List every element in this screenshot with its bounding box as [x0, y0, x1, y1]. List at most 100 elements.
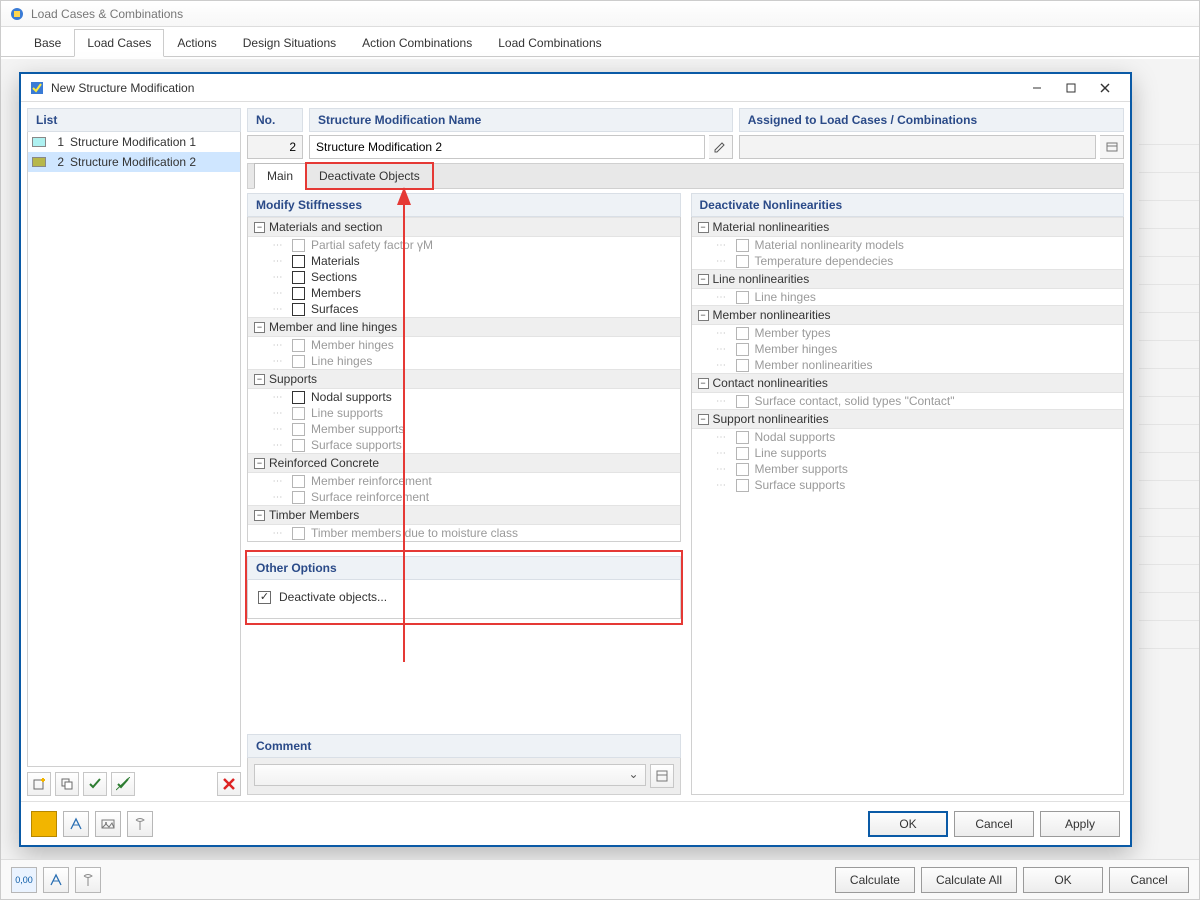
tree-item[interactable]: ⋯Surface supports [692, 477, 1124, 493]
comment-library-button[interactable] [650, 764, 674, 788]
checkbox[interactable] [292, 303, 305, 316]
name-input[interactable] [309, 135, 705, 159]
checkbox[interactable] [736, 463, 749, 476]
tree-item[interactable]: ⋯Nodal supports [248, 389, 680, 405]
checkbox[interactable] [736, 479, 749, 492]
check-all-button[interactable] [83, 772, 107, 796]
tree-item[interactable]: ⋯Nodal supports [692, 429, 1124, 445]
tree-group-header[interactable]: −Line nonlinearities [692, 269, 1124, 289]
delete-item-button[interactable] [217, 772, 241, 796]
script-outer-button[interactable] [75, 867, 101, 893]
assigned-lookup-button[interactable] [1100, 135, 1124, 159]
units-button[interactable] [63, 811, 89, 837]
collapse-icon[interactable]: − [698, 310, 709, 321]
tree-item[interactable]: ⋯Line hinges [692, 289, 1124, 305]
new-item-button[interactable] [27, 772, 51, 796]
checkbox[interactable] [736, 395, 749, 408]
script-button[interactable] [127, 811, 153, 837]
checkbox[interactable] [736, 431, 749, 444]
no-input[interactable] [247, 135, 303, 159]
list-box[interactable]: 1Structure Modification 12Structure Modi… [27, 132, 241, 767]
apply-button[interactable]: Apply [1040, 811, 1120, 837]
assigned-input[interactable] [739, 135, 1096, 159]
checkbox[interactable] [292, 239, 305, 252]
deactivate-objects-checkbox[interactable] [258, 591, 271, 604]
checkbox[interactable] [736, 255, 749, 268]
calculate-button[interactable]: Calculate [835, 867, 915, 893]
collapse-icon[interactable]: − [254, 222, 265, 233]
tree-group-header[interactable]: −Member nonlinearities [692, 305, 1124, 325]
checkbox[interactable] [292, 271, 305, 284]
collapse-icon[interactable]: − [698, 414, 709, 425]
display-settings-button[interactable]: 0,00 [11, 867, 37, 893]
minimize-button[interactable] [1020, 77, 1054, 99]
maximize-button[interactable] [1054, 77, 1088, 99]
checkbox[interactable] [292, 491, 305, 504]
outer-tab-actions[interactable]: Actions [164, 29, 229, 57]
color-button[interactable] [31, 811, 57, 837]
tree-item[interactable]: ⋯Surface reinforcement [248, 489, 680, 505]
checkbox[interactable] [292, 391, 305, 404]
inner-tab-main[interactable]: Main [254, 163, 306, 189]
collapse-icon[interactable]: − [698, 274, 709, 285]
tree-group-header[interactable]: −Reinforced Concrete [248, 453, 680, 473]
list-item[interactable]: 1Structure Modification 1 [28, 132, 240, 152]
outer-tab-load-combinations[interactable]: Load Combinations [485, 29, 614, 57]
uncheck-all-button[interactable] [111, 772, 135, 796]
cancel-button[interactable]: Cancel [954, 811, 1034, 837]
checkbox[interactable] [736, 343, 749, 356]
outer-tab-base[interactable]: Base [21, 29, 74, 57]
outer-tab-action-combinations[interactable]: Action Combinations [349, 29, 485, 57]
collapse-icon[interactable]: − [254, 322, 265, 333]
help-image-button[interactable] [95, 811, 121, 837]
tree-group-header[interactable]: −Timber Members [248, 505, 680, 525]
close-button[interactable] [1088, 77, 1122, 99]
tree-group-header[interactable]: −Materials and section [248, 217, 680, 237]
outer-ok-button[interactable]: OK [1023, 867, 1103, 893]
checkbox[interactable] [292, 255, 305, 268]
tree-item[interactable]: ⋯Member supports [692, 461, 1124, 477]
tree-item[interactable]: ⋯Surfaces [248, 301, 680, 317]
checkbox[interactable] [292, 527, 305, 540]
outer-cancel-button[interactable]: Cancel [1109, 867, 1189, 893]
checkbox[interactable] [292, 287, 305, 300]
tree-item[interactable]: ⋯Sections [248, 269, 680, 285]
tree-item[interactable]: ⋯Member supports [248, 421, 680, 437]
outer-tab-load-cases[interactable]: Load Cases [74, 29, 164, 57]
checkbox[interactable] [292, 439, 305, 452]
edit-name-button[interactable] [709, 135, 733, 159]
tree-item[interactable]: ⋯Line hinges [248, 353, 680, 369]
checkbox[interactable] [736, 359, 749, 372]
collapse-icon[interactable]: − [254, 374, 265, 385]
inner-tab-deactivate-objects[interactable]: Deactivate Objects [306, 163, 433, 189]
tree-item[interactable]: ⋯Line supports [692, 445, 1124, 461]
deactivate-objects-option[interactable]: Deactivate objects... [247, 580, 681, 619]
tree-item[interactable]: ⋯Surface contact, solid types "Contact" [692, 393, 1124, 409]
tree-group-header[interactable]: −Contact nonlinearities [692, 373, 1124, 393]
comment-combo[interactable] [254, 764, 646, 786]
tree-group-header[interactable]: −Material nonlinearities [692, 217, 1124, 237]
tree-item[interactable]: ⋯Partial safety factor γM [248, 237, 680, 253]
tree-item[interactable]: ⋯Timber members due to moisture class [248, 525, 680, 541]
tree-group-header[interactable]: −Member and line hinges [248, 317, 680, 337]
calculate-all-button[interactable]: Calculate All [921, 867, 1017, 893]
collapse-icon[interactable]: − [698, 378, 709, 389]
tree-item[interactable]: ⋯Surface supports [248, 437, 680, 453]
checkbox[interactable] [292, 407, 305, 420]
tree-item[interactable]: ⋯Temperature dependecies [692, 253, 1124, 269]
ok-button[interactable]: OK [868, 811, 948, 837]
tree-item[interactable]: ⋯Member hinges [692, 341, 1124, 357]
checkbox[interactable] [292, 475, 305, 488]
checkbox[interactable] [736, 291, 749, 304]
checkbox[interactable] [736, 447, 749, 460]
copy-item-button[interactable] [55, 772, 79, 796]
tree-item[interactable]: ⋯Materials [248, 253, 680, 269]
tree-group-header[interactable]: −Supports [248, 369, 680, 389]
checkbox[interactable] [736, 239, 749, 252]
nonlinearities-tree[interactable]: −Material nonlinearities⋯Material nonlin… [691, 217, 1125, 795]
collapse-icon[interactable]: − [254, 510, 265, 521]
checkbox[interactable] [292, 339, 305, 352]
stiffness-tree[interactable]: −Materials and section⋯Partial safety fa… [247, 217, 681, 542]
units-outer-button[interactable] [43, 867, 69, 893]
checkbox[interactable] [292, 423, 305, 436]
